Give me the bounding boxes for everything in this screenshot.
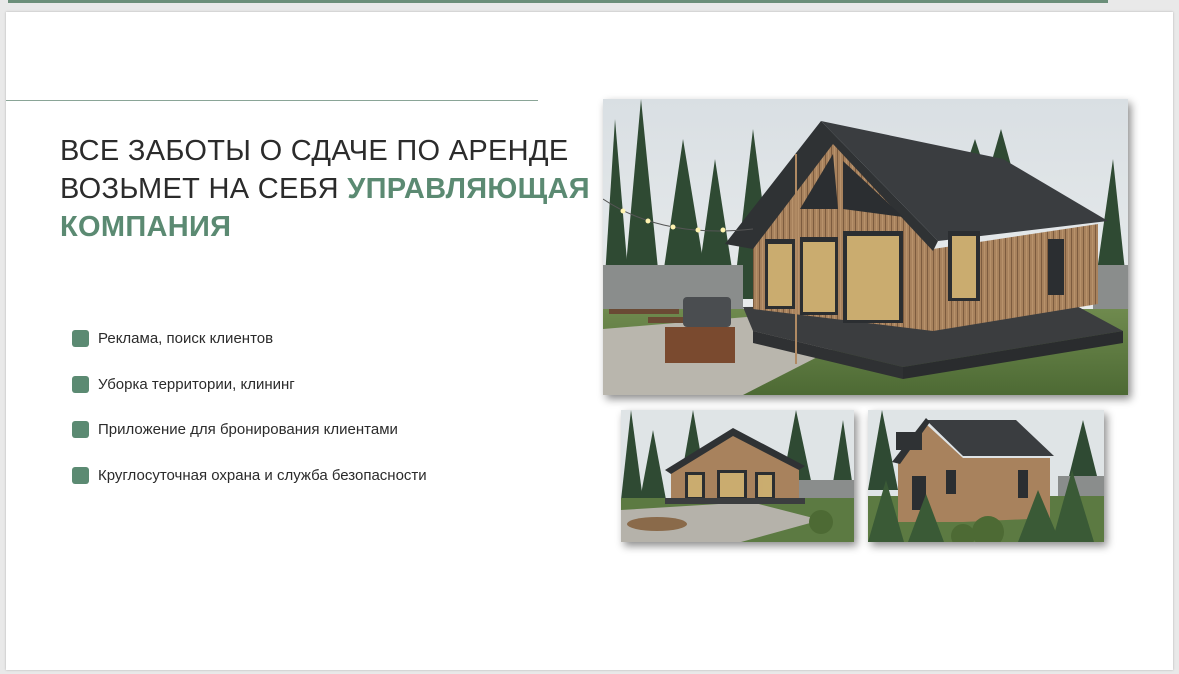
square-bullet-icon bbox=[72, 330, 89, 347]
top-color-band bbox=[8, 0, 1108, 3]
headline-line-2-accent: УПРАВЛЯЮЩАЯ bbox=[347, 173, 590, 205]
list-item-text: Реклама, поиск клиентов bbox=[98, 330, 274, 347]
square-bullet-icon bbox=[72, 375, 89, 393]
house-side-illustration bbox=[621, 410, 854, 542]
service-list: Реклама, поиск клиентов Уборка территори… bbox=[72, 330, 427, 512]
top-strip bbox=[0, 0, 1179, 5]
list-item: Реклама, поиск клиентов bbox=[72, 330, 427, 376]
headline-line-1: ВСЕ ЗАБОТЫ О СДАЧЕ ПО АРЕНДЕ bbox=[60, 135, 569, 167]
list-item-text: Приложение для бронирования клиентами bbox=[98, 421, 398, 438]
square-bullet-icon bbox=[72, 466, 89, 484]
presentation-slide: ВСЕ ЗАБОТЫ О СДАЧЕ ПО АРЕНДЕ ВОЗЬМЕТ НА … bbox=[6, 12, 1173, 670]
headline-line-2: ВОЗЬМЕТ НА СЕБЯ УПРАВЛЯЮЩАЯ bbox=[60, 170, 600, 208]
list-item: Уборка территории, клининг bbox=[72, 375, 427, 422]
house-photo-main bbox=[603, 99, 1128, 395]
slide-headline: ВСЕ ЗАБОТЫ О СДАЧЕ ПО АРЕНДЕ ВОЗЬМЕТ НА … bbox=[60, 132, 600, 246]
list-item: Приложение для бронирования клиентами bbox=[72, 421, 427, 467]
house-photo-side bbox=[621, 410, 854, 542]
house-render-illustration bbox=[603, 99, 1128, 395]
list-item-text: Уборка территории, клининг bbox=[98, 375, 295, 393]
house-rear-illustration bbox=[868, 410, 1104, 542]
headline-line-2-plain: ВОЗЬМЕТ НА СЕБЯ bbox=[60, 173, 348, 205]
list-item-text: Круглосуточная охрана и служба безопасно… bbox=[98, 466, 427, 484]
header-rule bbox=[6, 100, 538, 101]
house-photo-rear bbox=[868, 410, 1104, 542]
list-item: Круглосуточная охрана и служба безопасно… bbox=[72, 466, 427, 513]
headline-line-3-accent: КОМПАНИЯ bbox=[60, 211, 232, 243]
square-bullet-icon bbox=[72, 421, 89, 438]
